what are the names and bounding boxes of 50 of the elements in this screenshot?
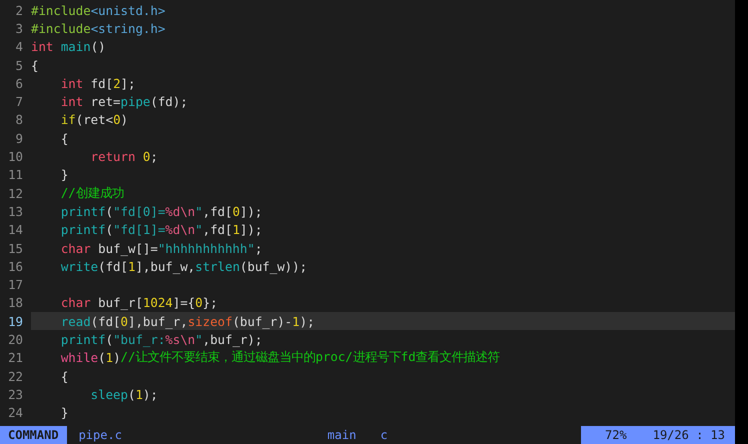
line-number: 20: [7, 332, 24, 347]
code-line: int ret=pipe(fd);: [60, 93, 189, 111]
code-line: sleep(1);: [90, 386, 159, 404]
line-number: 13: [7, 204, 24, 219]
line-number: 8: [14, 112, 24, 128]
line-number: 11: [7, 167, 24, 182]
line-number: 7: [14, 94, 24, 110]
code-line: {: [31, 56, 40, 74]
line-number: 15: [7, 240, 24, 256]
line-number: 9: [14, 130, 24, 146]
line-number: 2: [14, 2, 24, 18]
code-line: }: [60, 404, 70, 422]
line-number: 4: [14, 39, 24, 54]
line-number: 22: [7, 368, 24, 384]
line-number: 14: [7, 222, 24, 238]
code-line: #include<unistd.h>: [31, 2, 166, 20]
line-number: 6: [14, 76, 24, 91]
line-number: 10: [7, 149, 24, 164]
cursor-position: 19/26 : 13: [652, 428, 725, 442]
line-number: 17: [7, 277, 24, 292]
code-line: printf("fd[1]=%d\n",fd[1]);: [60, 221, 264, 239]
code-line: {: [60, 130, 70, 148]
code-line: char buf_w[]="hhhhhhhhhhh";: [60, 240, 264, 258]
code-line: write(fd[1],buf_w,strlen(buf_w));: [60, 258, 308, 276]
line-number: 3: [14, 20, 24, 36]
code-line: {: [60, 368, 70, 386]
code-line: }: [60, 166, 70, 184]
code-line: //创建成功: [60, 184, 125, 202]
code-line: if(ret<0): [60, 111, 130, 130]
code-line: printf("buf_r:%s\n",buf_r);: [60, 330, 264, 349]
line-number: 19: [7, 314, 24, 329]
file-type: c: [379, 427, 389, 444]
code-line: int fd[2];: [60, 74, 136, 92]
line-number: 18: [7, 295, 24, 310]
scroll-percent: 72%: [605, 428, 627, 442]
code-line: int main(): [31, 38, 107, 56]
mode-indicator: COMMAND: [0, 426, 67, 444]
code-line: printf("fd[0]=%d\n",fd[0]);: [60, 202, 264, 221]
file-name: pipe.c: [78, 427, 123, 444]
line-number: 5: [14, 58, 24, 73]
line-number: 23: [7, 386, 24, 402]
code-line: char buf_r[1024]={0};: [60, 294, 219, 312]
line-number: 16: [7, 258, 24, 274]
line-number: 12: [7, 186, 24, 201]
line-number: 21: [7, 350, 24, 366]
code-line: while(1)//让文件不要结束，通过磁盘当中的proc/进程号下fd查看文件描述符: [60, 348, 501, 367]
code-line: #include<string.h>: [31, 20, 166, 38]
branch-name: main: [326, 427, 358, 444]
line-number: 24: [7, 405, 24, 420]
code-line: return 0;: [90, 148, 159, 166]
